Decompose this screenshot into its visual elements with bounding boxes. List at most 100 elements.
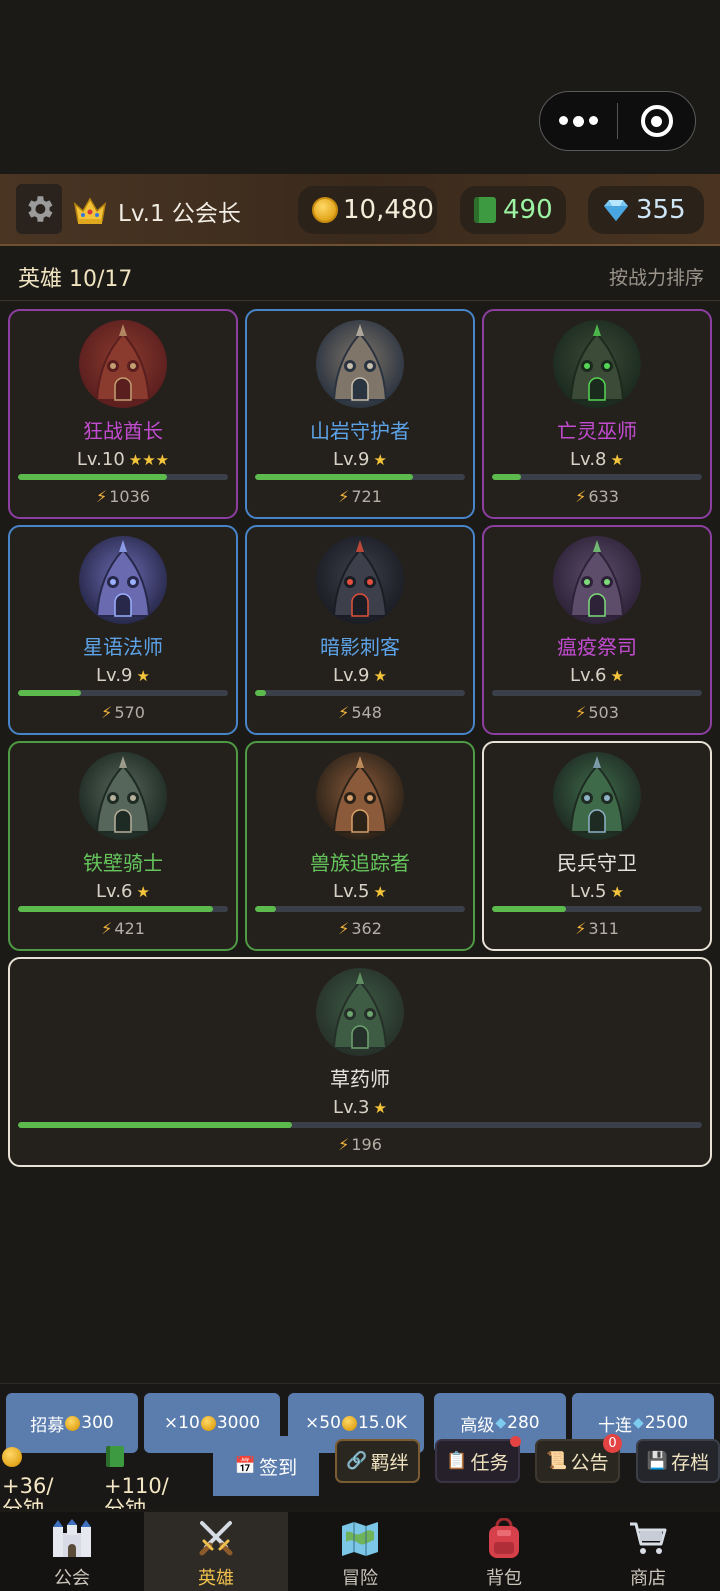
hero-card[interactable]: 星语法师 Lv.9 ★ ⚡ 570 (8, 525, 238, 735)
hero-xp-fill (18, 906, 214, 912)
hero-card[interactable]: 暗影刺客 Lv.9 ★ ⚡ 548 (245, 525, 475, 735)
ten-pull-label: 十连 (597, 1415, 632, 1436)
hero-stars: ★ (373, 667, 387, 685)
clipboard-icon: 📋 (446, 1451, 468, 1471)
gold-coin-icon (200, 1415, 216, 1431)
hero-name: 星语法师 (83, 635, 163, 659)
hero-xp-bar (492, 690, 702, 696)
lightning-icon: ⚡ (101, 919, 113, 938)
hero-level: Lv.6 (96, 881, 133, 902)
scroll-icon: 📜 (546, 1451, 568, 1471)
nav-bag[interactable]: 背包 (432, 1512, 576, 1591)
nav-shop[interactable]: 商店 (576, 1512, 720, 1591)
tasks-button[interactable]: 📋 任务 (435, 1436, 521, 1483)
hero-xp-bar (18, 474, 228, 480)
hero-card[interactable]: 亡灵巫师 Lv.8 ★ ⚡ 633 (482, 309, 712, 519)
hero-level: Lv.6 (570, 665, 607, 686)
hero-stars: ★ (136, 667, 150, 685)
map-icon (340, 1518, 380, 1560)
hero-stars: ★ (136, 883, 150, 901)
bonds-button[interactable]: 🔗 羁绊 (335, 1439, 420, 1483)
lightning-icon: ⚡ (101, 703, 113, 722)
nav-adventure[interactable]: 冒险 (288, 1512, 432, 1591)
hero-power-row: ⚡ 570 (10, 703, 236, 722)
target-icon (640, 105, 673, 137)
hero-level-row: Lv.9 ★ (247, 449, 473, 470)
hero-power-row: ⚡ 311 (484, 919, 710, 938)
bottom-nav: 公会 英雄 冒险 背包 商店 (0, 1512, 720, 1591)
close-miniprogram-button[interactable] (618, 92, 695, 150)
gold-coin-icon (341, 1415, 357, 1431)
hero-name: 亡灵巫师 (557, 419, 637, 443)
hero-xp-bar (255, 690, 465, 696)
hero-xp-fill (255, 690, 266, 696)
more-dots-icon (559, 115, 598, 127)
crown-icon (73, 197, 107, 224)
recruit-single-cost: 300 (81, 1413, 114, 1433)
hero-power-row: ⚡ 721 (247, 487, 473, 506)
hero-level: Lv.9 (333, 449, 370, 470)
hero-level-row: Lv.6 ★ (484, 665, 710, 686)
hero-level-row: Lv.10 ★★★ (10, 449, 236, 470)
hero-power-row: ⚡ 1036 (10, 487, 236, 506)
hero-level: Lv.10 (76, 449, 125, 470)
gold-coin-icon (2, 1447, 22, 1467)
recruit-x50-label: ×50 (305, 1413, 341, 1433)
diamond-icon (604, 200, 628, 221)
hero-card[interactable]: 狂战酋长 Lv.10 ★★★ ⚡ 1036 (8, 309, 238, 519)
heroes-header: 英雄 10/17 按战力排序 (0, 247, 720, 301)
hero-stars: ★ (610, 883, 624, 901)
hero-card[interactable]: 兽族追踪者 Lv.5 ★ ⚡ 362 (245, 741, 475, 951)
diamond-icon: ◆ (495, 1415, 507, 1431)
save-button[interactable]: 💾 存档 (636, 1439, 720, 1483)
book-income-rate: +110/ (104, 1474, 169, 1498)
recruit-single-button[interactable]: 招募 300 (6, 1393, 138, 1453)
hero-level-row: Lv.5 ★ (247, 881, 473, 902)
hero-xp-fill (492, 474, 522, 480)
hero-power: 548 (351, 703, 382, 722)
notice-button[interactable]: 📜 公告 0 (535, 1434, 622, 1483)
hero-name: 草药师 (330, 1067, 390, 1091)
crossed-swords-icon (196, 1518, 236, 1560)
hero-stars: ★ (373, 1099, 387, 1117)
hero-name: 兽族追踪者 (310, 851, 410, 875)
more-menu-button[interactable] (540, 92, 617, 150)
hero-portrait (553, 320, 641, 408)
save-label: 存档 (671, 1451, 710, 1474)
hero-level: Lv.9 (333, 665, 370, 686)
hero-xp-fill (255, 906, 276, 912)
hero-portrait (553, 752, 641, 840)
hero-portrait (79, 320, 167, 408)
lightning-icon: ⚡ (338, 1135, 350, 1154)
hero-power: 1036 (109, 487, 150, 506)
nav-heroes-label: 英雄 (198, 1568, 234, 1589)
ten-pull-cost: 2500 (644, 1413, 689, 1433)
hero-card[interactable]: 草药师 Lv.3 ★ ⚡ 196 (8, 957, 712, 1167)
checkin-button[interactable]: 📅 签到 (213, 1436, 319, 1496)
lightning-icon: ⚡ (575, 919, 587, 938)
action-area: 招募 300 ×10 3000 ×50 15.0K 高级 ◆ 280 十连 ◆ 2500 +3… (0, 1383, 720, 1509)
nav-heroes[interactable]: 英雄 (144, 1512, 288, 1591)
sort-by-power-button[interactable]: 按战力排序 (609, 263, 704, 290)
book-counter: 490 (460, 186, 566, 234)
nav-guild[interactable]: 公会 (0, 1512, 144, 1591)
hero-xp-bar (492, 906, 702, 912)
link-icon: 🔗 (346, 1451, 368, 1471)
settings-button[interactable] (16, 184, 62, 234)
hero-power-row: ⚡ 196 (10, 1135, 710, 1154)
nav-shop-label: 商店 (630, 1568, 666, 1589)
hero-name: 狂战酋长 (83, 419, 163, 443)
bonds-label: 羁绊 (370, 1451, 409, 1474)
hero-stars: ★ (610, 451, 624, 469)
hero-card[interactable]: 山岩守护者 Lv.9 ★ ⚡ 721 (245, 309, 475, 519)
hero-name: 民兵守卫 (557, 851, 637, 875)
hero-power: 633 (588, 487, 619, 506)
hero-card[interactable]: 瘟疫祭司 Lv.6 ★ ⚡ 503 (482, 525, 712, 735)
hero-stars: ★ (610, 667, 624, 685)
hero-power: 362 (351, 919, 382, 938)
hero-card[interactable]: 民兵守卫 Lv.5 ★ ⚡ 311 (482, 741, 712, 951)
lightning-icon: ⚡ (575, 487, 587, 506)
book-amount: 490 (503, 195, 553, 225)
hero-portrait (553, 536, 641, 624)
hero-card[interactable]: 铁壁骑士 Lv.6 ★ ⚡ 421 (8, 741, 238, 951)
